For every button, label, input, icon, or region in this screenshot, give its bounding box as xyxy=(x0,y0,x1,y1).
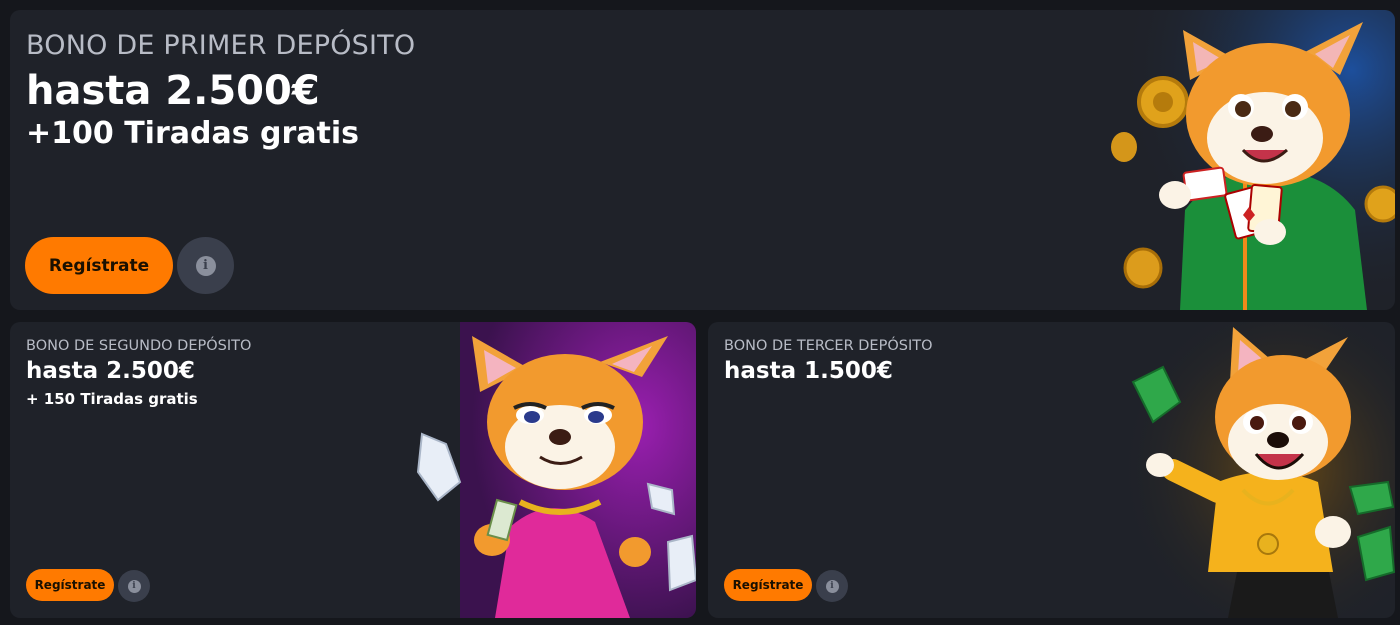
info-button[interactable]: i xyxy=(177,237,234,294)
mascot-illustration-shiba xyxy=(1118,322,1395,618)
register-button[interactable]: Regístrate xyxy=(26,569,114,601)
promo-subtitle: BONO DE SEGUNDO DEPÓSITO xyxy=(26,338,252,354)
info-icon: i xyxy=(127,579,141,593)
promo-free-spins: +100 Tiradas gratis xyxy=(26,116,360,151)
info-icon: i xyxy=(825,579,839,593)
promo-amount: hasta 1.500€ xyxy=(724,358,893,384)
mascot-illustration-fox xyxy=(416,322,696,618)
promo-subtitle: BONO DE TERCER DEPÓSITO xyxy=(724,338,933,354)
promo-card-first-deposit: BONO DE PRIMER DEPÓSITO hasta 2.500€ +10… xyxy=(10,10,1395,310)
register-button[interactable]: Regístrate xyxy=(25,237,173,294)
register-button[interactable]: Regístrate xyxy=(724,569,812,601)
mascot-illustration-corgi xyxy=(1105,10,1395,310)
promo-subtitle: BONO DE PRIMER DEPÓSITO xyxy=(26,30,416,61)
info-icon: i xyxy=(195,255,216,276)
info-button[interactable]: i xyxy=(118,570,150,602)
promo-card-second-deposit: BONO DE SEGUNDO DEPÓSITO hasta 2.500€ + … xyxy=(10,322,696,618)
info-button[interactable]: i xyxy=(816,570,848,602)
promo-card-third-deposit: BONO DE TERCER DEPÓSITO hasta 1.500€ Reg… xyxy=(708,322,1395,618)
promo-free-spins: + 150 Tiradas gratis xyxy=(26,390,198,408)
promo-amount: hasta 2.500€ xyxy=(26,68,320,114)
promo-amount: hasta 2.500€ xyxy=(26,358,195,384)
